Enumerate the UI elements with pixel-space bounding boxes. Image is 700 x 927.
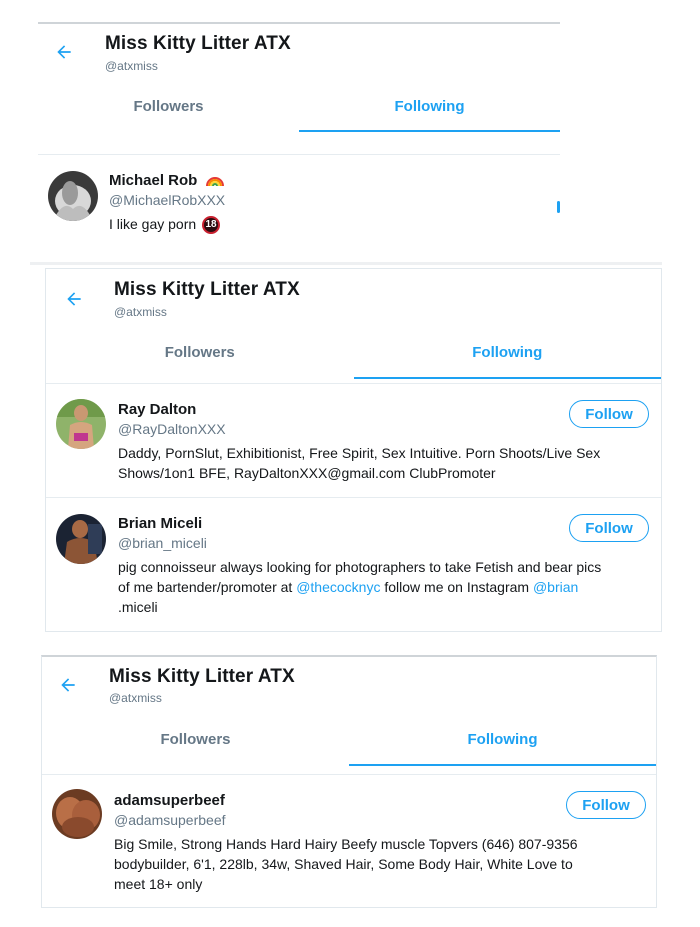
list-item[interactable]: adamsuperbeef @adamsuperbeef Follow Big …	[42, 774, 656, 907]
user-name[interactable]: adamsuperbeef	[114, 792, 225, 809]
follow-button-label: Follow	[582, 796, 630, 814]
age-restriction-18-icon: 18	[202, 216, 221, 235]
tab-following[interactable]: Following	[353, 339, 662, 379]
user-name[interactable]: Michael Rob	[109, 171, 225, 189]
user-bio: pig connoisseur always looking for photo…	[118, 557, 653, 617]
tab-following-label: Following	[394, 98, 465, 115]
user-bio-line: .miceli	[118, 599, 158, 615]
tab-followers-label: Followers	[160, 731, 231, 748]
user-bio-text: I like gay porn	[109, 216, 197, 232]
screenshot-panel-1: Miss Kitty Litter ATX @atxmiss Followers…	[38, 22, 560, 244]
back-arrow-icon[interactable]	[52, 40, 76, 64]
user-bio-line: pig connoisseur always looking for photo…	[118, 559, 602, 575]
screenshot-panel-3: Miss Kitty Litter ATX @atxmiss Followers…	[41, 655, 657, 908]
back-arrow-icon[interactable]	[56, 673, 80, 697]
profile-handle: @atxmiss	[109, 691, 162, 705]
tab-followers[interactable]: Followers	[38, 92, 299, 132]
profile-name: Miss Kitty Litter ATX	[109, 666, 295, 687]
user-bio-line: Big Smile, Strong Hands Hard Hairy Beefy…	[114, 836, 578, 852]
follow-button[interactable]: Follow	[569, 514, 649, 542]
tab-followers[interactable]: Followers	[46, 339, 354, 379]
user-bio-line: Shows/1on1 BFE, RayDaltonXXX@gmail.com C…	[118, 465, 496, 481]
user-bio-line: of me bartender/promoter at @thecocknyc …	[118, 577, 653, 597]
follow-button[interactable]: Follow	[569, 400, 649, 428]
tab-following[interactable]: Following	[349, 723, 656, 766]
back-arrow-icon[interactable]	[62, 287, 86, 311]
tab-following-label: Following	[467, 731, 538, 748]
user-handle: @adamsuperbeef	[114, 812, 226, 828]
avatar[interactable]	[56, 399, 106, 449]
screenshot-panel-2: Miss Kitty Litter ATX @atxmiss Followers…	[45, 268, 662, 632]
user-bio-line: Daddy, PornSlut, Exhibitionist, Free Spi…	[118, 445, 601, 461]
user-bio-line: meet 18+ only	[114, 876, 203, 892]
avatar[interactable]	[48, 171, 98, 221]
tab-followers[interactable]: Followers	[42, 723, 349, 766]
user-handle: @RayDaltonXXX	[118, 421, 226, 437]
tab-followers-label: Followers	[164, 344, 235, 361]
user-handle: @MichaelRobXXX	[109, 192, 226, 208]
user-bio: Daddy, PornSlut, Exhibitionist, Free Spi…	[118, 443, 648, 483]
rainbow-icon	[205, 171, 225, 187]
follow-button-label: Follow	[585, 519, 633, 537]
list-item-cutoff	[38, 132, 560, 154]
profile-handle: @atxmiss	[114, 305, 167, 319]
user-name[interactable]: Brian Miceli	[118, 515, 202, 532]
mention-link[interactable]: @brian	[533, 579, 578, 595]
list-item[interactable]: Michael Rob @MichaelRobXXX I like gay po…	[38, 154, 560, 244]
mention-link[interactable]: @thecocknyc	[296, 579, 380, 595]
user-bio-text: of me bartender/promoter at	[118, 579, 297, 595]
list-item[interactable]: Ray Dalton @RayDaltonXXX Follow Daddy, P…	[46, 383, 661, 497]
user-bio-text: follow me on Instagram	[380, 579, 533, 595]
user-bio: Big Smile, Strong Hands Hard Hairy Beefy…	[114, 834, 649, 894]
user-handle: @brian_miceli	[118, 535, 207, 551]
user-name[interactable]: Ray Dalton	[118, 401, 196, 418]
follow-button-label: Follow	[585, 405, 633, 423]
user-name-text: Michael Rob	[109, 172, 198, 189]
user-bio: I like gay porn 18	[109, 214, 221, 235]
follow-button[interactable]: Follow	[566, 791, 646, 819]
avatar[interactable]	[56, 514, 106, 564]
follow-button-edge[interactable]	[557, 201, 560, 213]
divider	[30, 262, 662, 265]
profile-name: Miss Kitty Litter ATX	[114, 279, 300, 300]
list-item[interactable]: Brian Miceli @brian_miceli Follow pig co…	[46, 497, 661, 631]
profile-handle: @atxmiss	[105, 59, 158, 73]
user-bio-line: bodybuilder, 6'1, 228lb, 34w, Shaved Hai…	[114, 856, 573, 872]
tab-followers-label: Followers	[133, 98, 204, 115]
avatar[interactable]	[52, 789, 102, 839]
profile-name: Miss Kitty Litter ATX	[105, 33, 291, 54]
tab-following[interactable]: Following	[299, 92, 560, 132]
tab-following-label: Following	[472, 344, 543, 361]
